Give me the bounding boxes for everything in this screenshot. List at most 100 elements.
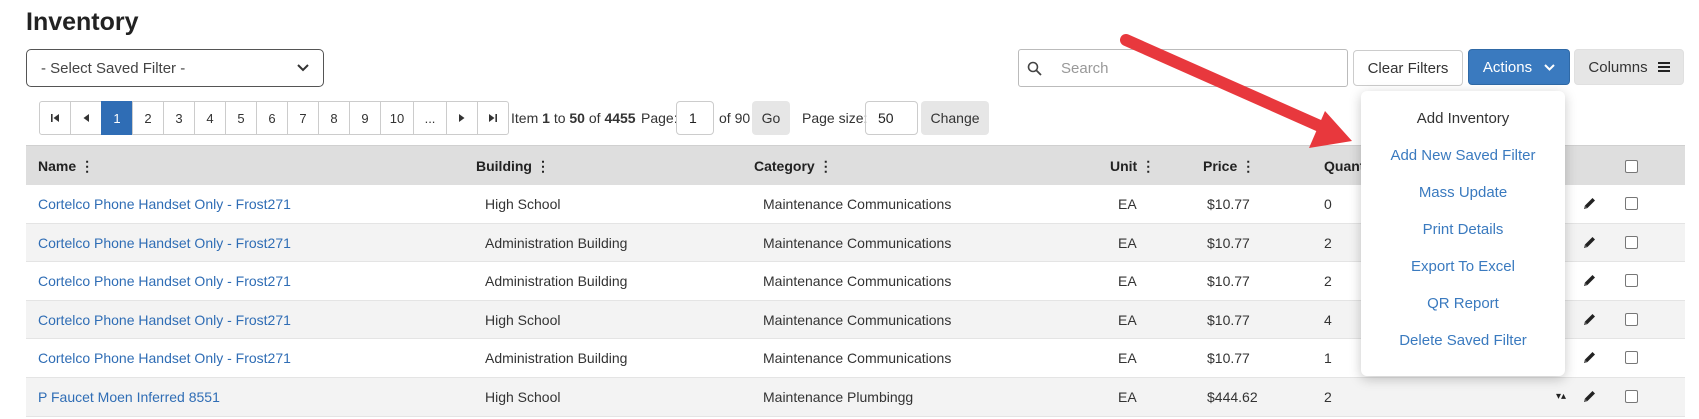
chevron-down-icon [1544,60,1555,74]
edit-pencil-icon[interactable] [1582,196,1597,214]
cell-price: $10.77 [1207,196,1250,212]
page-size-input[interactable]: 50 [865,101,918,135]
page-button[interactable]: 10 [380,101,414,135]
cell-unit: EA [1118,388,1137,405]
page-button[interactable]: 8 [318,101,350,135]
actions-dropdown-menu: Add Inventory Add New Saved Filter Mass … [1361,91,1565,376]
cell-name[interactable]: Cortelco Phone Handset Only - Frost271 [38,196,291,212]
cell-quantity: 0 [1324,196,1332,212]
search-box[interactable] [1018,49,1348,87]
page-number-input[interactable]: 1 [676,101,714,135]
menu-item-delete-saved-filter[interactable]: Delete Saved Filter [1361,332,1565,349]
page-button[interactable]: 7 [287,101,319,135]
cell-quantity: 2 [1324,234,1332,251]
table-row: P Faucet Moen Inferred 8551 High School Ma… [26,377,1685,417]
cell-category: Maintenance Communications [763,350,952,367]
cell-building: High School [485,311,561,328]
column-header-quantity[interactable]: Quant [1324,158,1364,174]
cell-quantity: 1 [1324,350,1332,367]
reorder-icon[interactable]: ▾▴ [1556,391,1566,402]
header-label: Building [476,158,532,174]
page-button[interactable]: 2 [132,101,164,135]
actions-label: Actions [1482,58,1533,76]
cell-unit: EA [1118,311,1137,328]
go-button[interactable]: Go [752,101,790,135]
cell-building: Administration Building [485,350,628,367]
column-header-category[interactable]: Category ⋮ [754,158,833,175]
cell-name[interactable]: P Faucet Moen Inferred 8551 [38,389,220,405]
menu-item-add-inventory[interactable]: Add Inventory [1361,110,1565,127]
cell-unit: EA [1118,273,1137,290]
columns-button[interactable]: Columns [1574,49,1684,85]
cell-quantity: 2 [1324,273,1332,290]
column-header-unit[interactable]: Unit ⋮ [1110,158,1155,175]
saved-filter-select[interactable]: - Select Saved Filter - [26,49,324,87]
cell-category: Maintenance Communications [763,234,952,251]
select-all-checkbox[interactable] [1625,160,1638,173]
item-total: 4455 [604,110,636,126]
header-label: Quant [1324,158,1365,174]
cell-building: High School [485,388,561,405]
header-label: Price [1203,158,1238,174]
row-checkbox[interactable] [1625,389,1638,403]
edit-pencil-icon[interactable] [1582,235,1597,253]
edit-pencil-icon[interactable] [1582,273,1597,291]
column-menu-icon[interactable]: ⋮ [819,158,833,174]
cell-unit: EA [1118,234,1137,251]
column-menu-icon[interactable]: ⋮ [536,158,550,174]
cell-price: $10.77 [1207,273,1250,290]
menu-item-add-new-saved-filter[interactable]: Add New Saved Filter [1361,147,1565,164]
search-input[interactable] [1059,58,1329,78]
column-header-name[interactable]: Name ⋮ [38,158,94,175]
item-prefix: Item [511,110,539,126]
cell-category: Maintenance Communications [763,196,952,212]
page-button[interactable]: 9 [349,101,381,135]
row-checkbox[interactable] [1625,235,1638,249]
page-button[interactable]: 6 [256,101,288,135]
edit-pencil-icon[interactable] [1582,312,1597,330]
search-icon [1019,61,1049,76]
column-header-building[interactable]: Building ⋮ [476,158,550,175]
cell-building: Administration Building [485,234,628,251]
cell-unit: EA [1118,350,1137,367]
row-checkbox[interactable] [1625,274,1638,288]
actions-button[interactable]: Actions [1468,49,1570,85]
column-header-price[interactable]: Price ⋮ [1203,158,1255,175]
row-checkbox[interactable] [1625,351,1638,365]
column-menu-icon[interactable]: ⋮ [1141,158,1155,174]
page-button[interactable]: 4 [194,101,226,135]
last-page-button[interactable] [477,101,509,135]
item-from: 1 [542,110,550,126]
cell-price: $10.77 [1207,350,1250,367]
pagination: 1 2 3 4 5 6 7 8 9 10 ... [39,101,509,135]
page-button[interactable]: 1 [101,101,133,135]
page-button[interactable]: 5 [225,101,257,135]
clear-filters-button[interactable]: Clear Filters [1353,50,1463,86]
header-label: Unit [1110,158,1138,174]
cell-name[interactable]: Cortelco Phone Handset Only - Frost271 [38,273,291,289]
cell-price: $10.77 [1207,311,1250,328]
cell-building: High School [485,196,561,212]
edit-pencil-icon[interactable] [1582,389,1597,407]
cell-quantity: 4 [1324,311,1332,328]
next-page-button[interactable] [446,101,478,135]
edit-pencil-icon[interactable] [1582,350,1597,368]
column-menu-icon[interactable]: ⋮ [1241,158,1255,174]
menu-item-export-to-excel[interactable]: Export To Excel [1361,258,1565,275]
cell-name[interactable]: Cortelco Phone Handset Only - Frost271 [38,350,291,366]
saved-filter-value: - Select Saved Filter - [41,59,186,77]
first-page-button[interactable] [39,101,71,135]
page-ellipsis[interactable]: ... [413,101,447,135]
column-menu-icon[interactable]: ⋮ [80,158,94,174]
row-checkbox[interactable] [1625,312,1638,326]
item-to-word: to [553,110,566,126]
menu-item-qr-report[interactable]: QR Report [1361,295,1565,312]
menu-item-mass-update[interactable]: Mass Update [1361,184,1565,201]
menu-item-print-details[interactable]: Print Details [1361,221,1565,238]
prev-page-button[interactable] [70,101,102,135]
cell-name[interactable]: Cortelco Phone Handset Only - Frost271 [38,312,291,328]
row-checkbox[interactable] [1625,197,1638,210]
change-button[interactable]: Change [921,101,989,135]
page-button[interactable]: 3 [163,101,195,135]
cell-name[interactable]: Cortelco Phone Handset Only - Frost271 [38,235,291,251]
